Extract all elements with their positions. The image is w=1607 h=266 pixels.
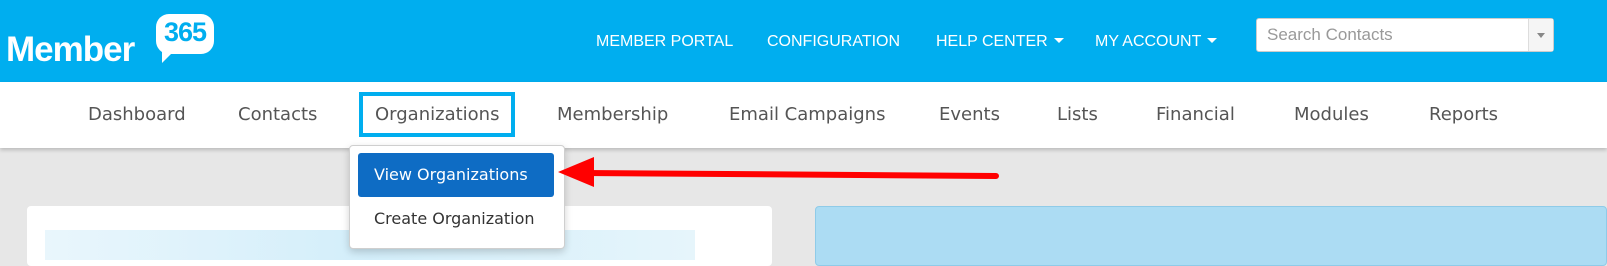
nav-events[interactable]: Events <box>939 104 1000 125</box>
configuration-link[interactable]: CONFIGURATION <box>767 33 900 51</box>
nav-lists[interactable]: Lists <box>1057 104 1098 125</box>
help-center-menu[interactable]: HELP CENTER <box>936 33 1064 51</box>
member-portal-link[interactable]: MEMBER PORTAL <box>596 33 733 51</box>
view-organizations-item[interactable]: View Organizations <box>358 153 554 197</box>
dropdown-arrow-icon <box>1537 33 1545 38</box>
search-contacts <box>1256 18 1554 52</box>
nav-financial[interactable]: Financial <box>1156 104 1235 125</box>
arrow-shaft <box>581 170 999 179</box>
logo-text: Member <box>6 30 135 69</box>
right-content-panel <box>815 206 1607 266</box>
top-bar: Member 365 MEMBER PORTAL CONFIGURATION H… <box>0 0 1607 82</box>
nav-modules[interactable]: Modules <box>1294 104 1369 125</box>
my-account-menu[interactable]: MY ACCOUNT <box>1095 33 1218 51</box>
red-arrow-annotation <box>558 157 999 187</box>
logo-number: 365 <box>163 17 207 47</box>
logo-bubble: 365 <box>156 14 214 63</box>
my-account-label: MY ACCOUNT <box>1095 33 1202 50</box>
organizations-dropdown: View Organizations Create Organization <box>349 145 565 249</box>
create-organization-item[interactable]: Create Organization <box>358 197 554 241</box>
arrow-head <box>558 157 594 187</box>
nav-dashboard[interactable]: Dashboard <box>88 104 186 125</box>
search-dropdown-button[interactable] <box>1528 19 1553 51</box>
nav-organizations[interactable]: Organizations <box>375 104 499 125</box>
search-contacts-input[interactable] <box>1257 19 1527 51</box>
nav-contacts[interactable]: Contacts <box>238 104 317 125</box>
nav-email-campaigns[interactable]: Email Campaigns <box>729 104 885 125</box>
caret-down-icon <box>1053 38 1064 43</box>
help-center-label: HELP CENTER <box>936 33 1048 50</box>
caret-down-icon <box>1207 38 1218 43</box>
main-nav: Dashboard Contacts Organizations Members… <box>0 82 1607 148</box>
nav-membership[interactable]: Membership <box>557 104 668 125</box>
nav-reports[interactable]: Reports <box>1429 104 1498 125</box>
